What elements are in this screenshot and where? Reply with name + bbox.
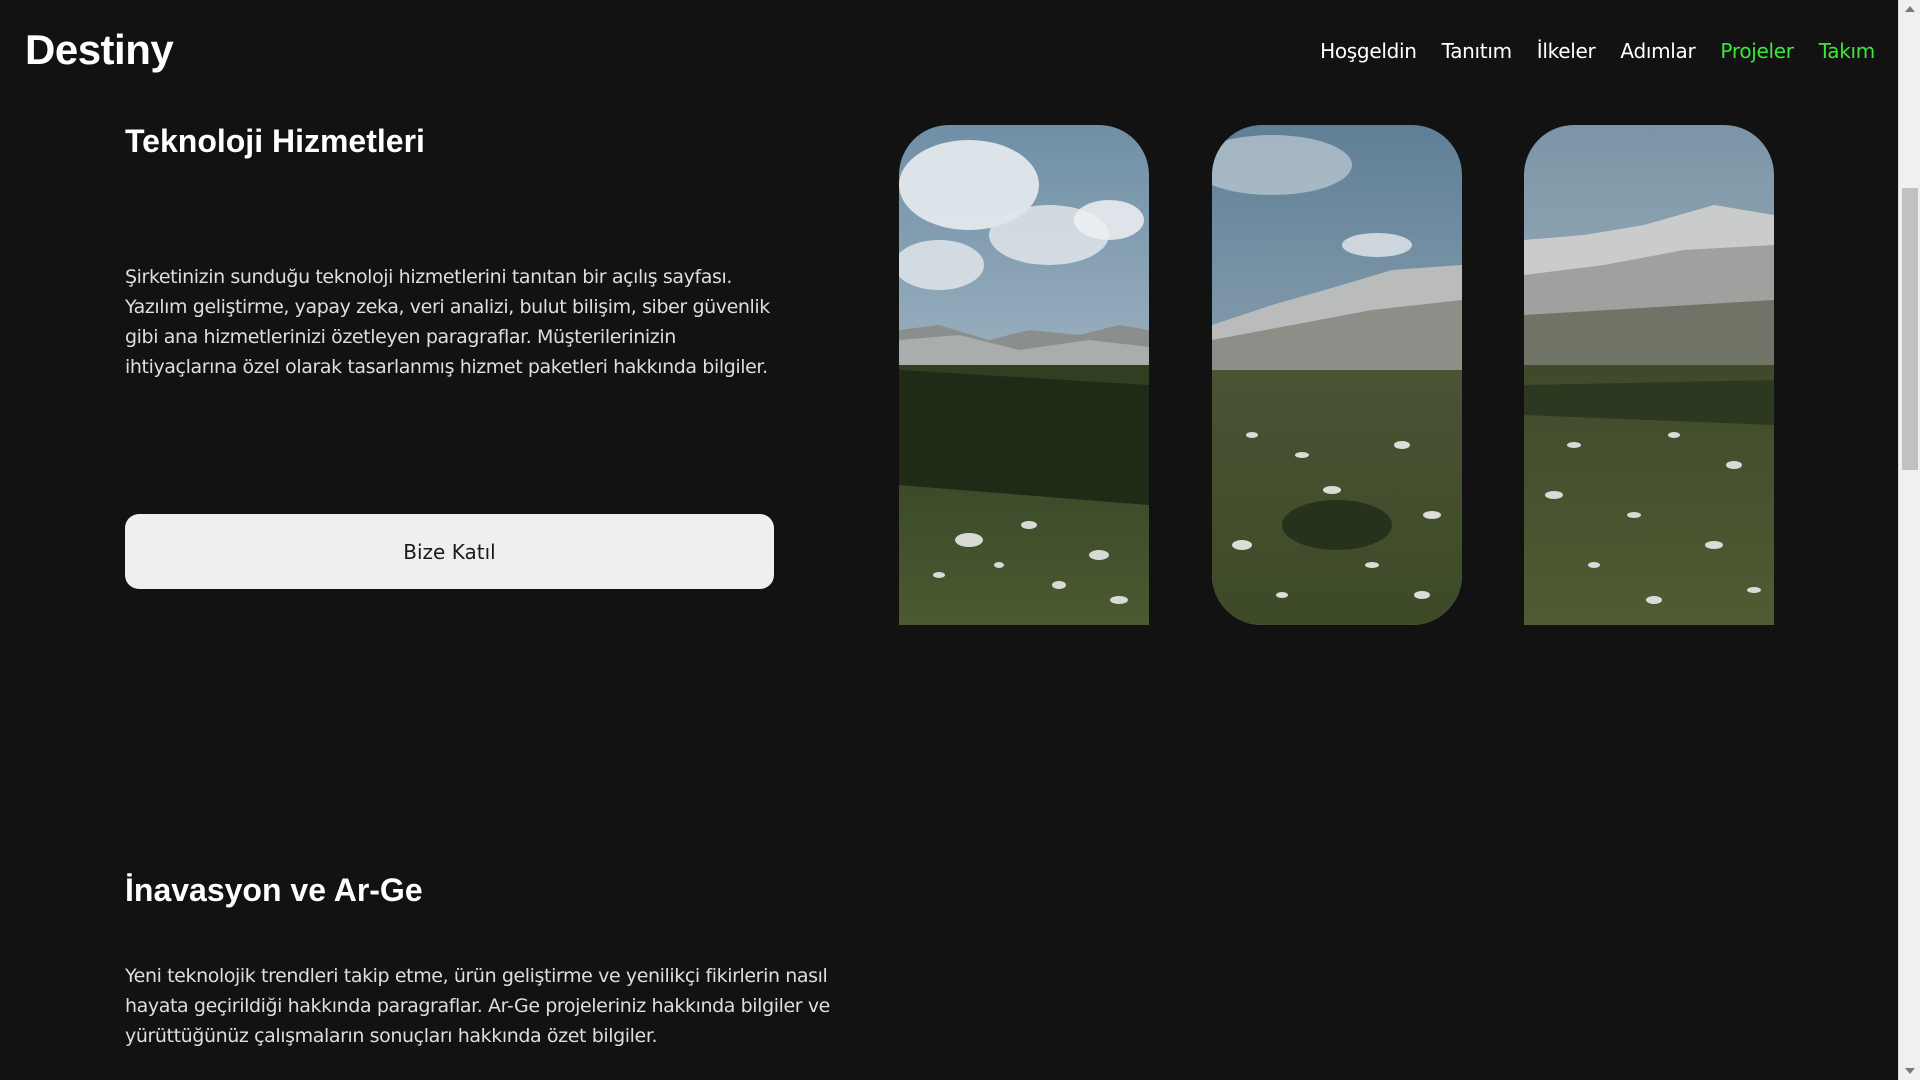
scroll-up-arrow-icon[interactable] — [1905, 6, 1915, 12]
nav-item-adimlar[interactable]: Adımlar — [1620, 39, 1695, 63]
page: Destiny Hoşgeldin Tanıtım İlkeler Adımla… — [0, 0, 1920, 1080]
nav-item-ilkeler[interactable]: İlkeler — [1537, 39, 1596, 63]
innovation-title: İnavasyon ve Ar-Ge — [125, 872, 423, 908]
mountain-photo-3 — [1524, 125, 1774, 625]
nav-item-projeler[interactable]: Projeler — [1720, 39, 1794, 63]
mountain-landscape-image — [1212, 125, 1462, 625]
nav-item-hosgeldin[interactable]: Hoşgeldin — [1320, 39, 1417, 63]
nav-item-takim[interactable]: Takım — [1819, 39, 1876, 63]
brand-logo[interactable]: Destiny — [25, 22, 174, 78]
nav-item-tanitim[interactable]: Tanıtım — [1442, 39, 1512, 63]
scroll-thumb[interactable] — [1902, 188, 1918, 470]
innovation-paragraph: Yeni teknolojik trendleri takip etme, ür… — [125, 965, 830, 1047]
services-paragraph: Şirketinizin sunduğu teknoloji hizmetler… — [125, 266, 770, 378]
mountain-landscape-image — [899, 125, 1149, 625]
mountain-photo-1 — [899, 125, 1149, 625]
vertical-scrollbar[interactable] — [1898, 0, 1920, 1080]
join-us-button[interactable]: Bize Katıl — [125, 514, 774, 589]
mountain-landscape-image — [1524, 125, 1774, 625]
scroll-down-arrow-icon[interactable] — [1905, 1068, 1915, 1074]
mountain-photo-2 — [1212, 125, 1462, 625]
main-nav: Hoşgeldin Tanıtım İlkeler Adımlar Projel… — [1320, 36, 1875, 66]
services-title: Teknoloji Hizmetleri — [125, 123, 425, 159]
